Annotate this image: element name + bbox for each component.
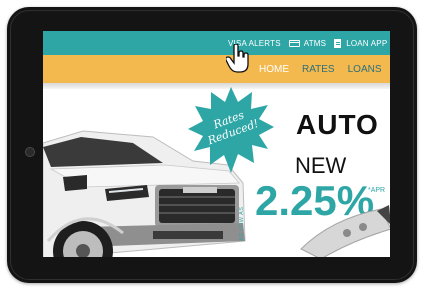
hand-pointer-icon xyxy=(226,44,249,73)
loan-app-link[interactable]: LOAN APP xyxy=(346,39,387,48)
rates-reduced-badge: Rates Reduced! xyxy=(188,87,274,178)
utility-bar: VISA ALERTS ATMS LOAN APP xyxy=(43,31,390,55)
nav-loans[interactable]: LOANS xyxy=(348,64,382,75)
car-key-image xyxy=(300,205,390,257)
atms-link[interactable]: ATMS xyxy=(304,39,326,48)
hero-subtitle: NEW xyxy=(295,153,347,178)
main-nav: HOME RATES LOANS xyxy=(43,55,390,83)
nav-home[interactable]: HOME xyxy=(259,64,289,75)
camera-icon xyxy=(25,147,35,157)
rate-suffix: *APR xyxy=(368,187,386,194)
rate-prefix: AS LOW AS xyxy=(239,206,245,241)
hero-banner[interactable]: Rates Reduced! AUTO NEW AS LOW AS 2.25% … xyxy=(43,87,390,257)
credit-card-icon xyxy=(288,39,300,47)
hero-title: AUTO xyxy=(296,109,379,140)
document-icon xyxy=(334,38,342,48)
website-screen: VISA ALERTS ATMS LOAN APP HOME RATES LOA… xyxy=(43,31,390,257)
nav-rates[interactable]: RATES xyxy=(302,64,335,75)
